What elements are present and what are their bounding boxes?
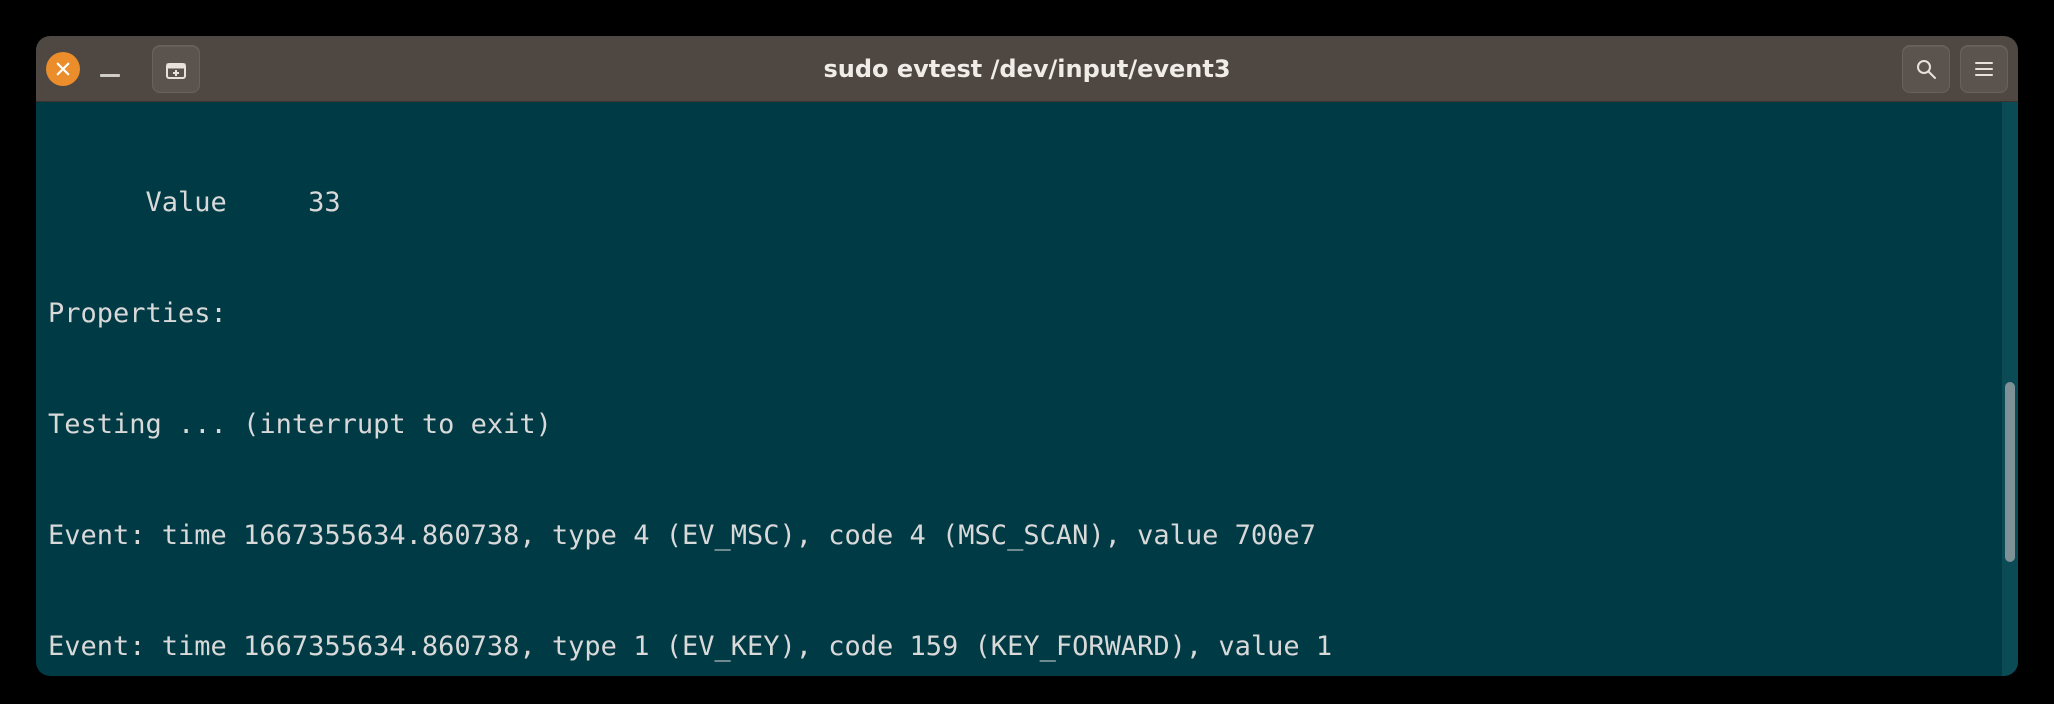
titlebar: sudo evtest /dev/input/event3 [36,36,2018,102]
new-tab-button[interactable] [152,45,200,93]
minimize-button[interactable] [100,74,120,77]
menu-button[interactable] [1960,45,2008,93]
hamburger-icon [1972,57,1996,81]
terminal-output: Value 33 Properties: Testing ... (interr… [36,102,2002,676]
window-title: sudo evtest /dev/input/event3 [36,55,2018,83]
terminal-window: sudo evtest /dev/input/event3 Value 33 [36,36,2018,676]
search-button[interactable] [1902,45,1950,93]
terminal-line: Testing ... (interrupt to exit) [48,406,1990,443]
terminal-line: Value 33 [48,184,1990,221]
titlebar-left [46,45,200,93]
terminal-line: Event: time 1667355634.860738, type 1 (E… [48,628,1990,665]
titlebar-right [1902,45,2008,93]
terminal-line: Event: time 1667355634.860738, type 4 (E… [48,517,1990,554]
terminal-area[interactable]: Value 33 Properties: Testing ... (interr… [36,102,2018,676]
new-tab-icon [164,57,188,81]
scrollbar[interactable] [2002,102,2018,676]
scroll-thumb[interactable] [2005,382,2015,562]
terminal-line: Properties: [48,295,1990,332]
close-icon [54,60,72,78]
search-icon [1914,57,1938,81]
close-button[interactable] [46,52,80,86]
